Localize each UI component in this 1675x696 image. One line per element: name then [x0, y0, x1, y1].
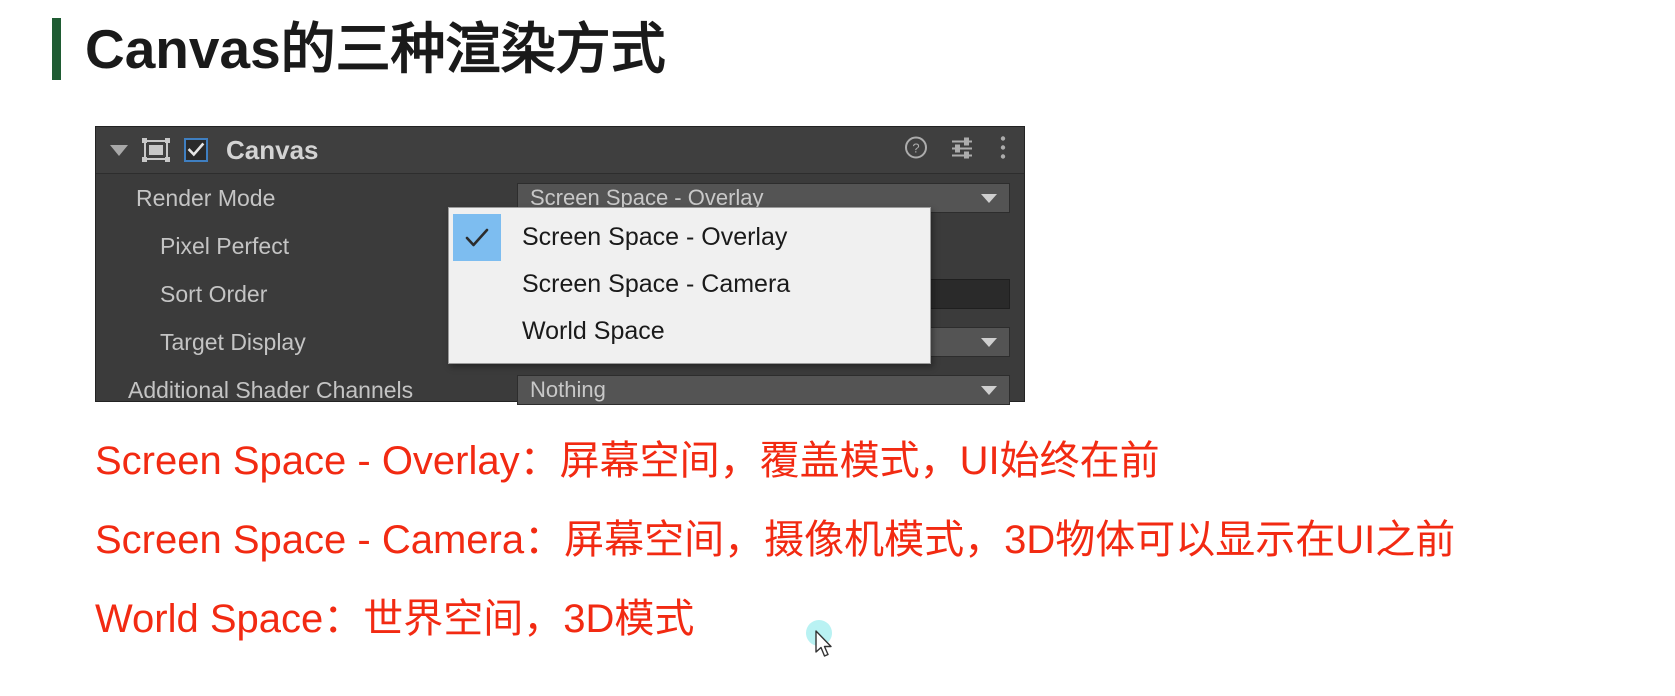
- component-title: Canvas: [226, 134, 319, 165]
- canvas-icon: [142, 138, 170, 162]
- mouse-cursor: [815, 630, 837, 665]
- additional-shader-channels-value: Nothing: [530, 377, 606, 402]
- help-icon[interactable]: ?: [904, 136, 928, 165]
- inspector-header-icons: ?: [904, 135, 1008, 166]
- dropdown-item-label: Screen Space - Camera: [522, 270, 791, 298]
- note-line-overlay: Screen Space - Overlay：屏幕空间，覆盖模式，UI始终在前: [95, 439, 1160, 483]
- property-label-render-mode: Render Mode: [136, 184, 276, 211]
- note-line-world: World Space：世界空间，3D模式: [95, 597, 695, 641]
- chevron-down-icon: [981, 386, 997, 395]
- note-line-camera: Screen Space - Camera：屏幕空间，摄像机模式，3D物体可以显…: [95, 518, 1456, 562]
- dropdown-item-screen-space-camera[interactable]: Screen Space - Camera: [449, 261, 930, 308]
- more-menu-icon[interactable]: [998, 135, 1008, 166]
- property-label-target-display: Target Display: [160, 328, 306, 355]
- property-label-pixel-perfect: Pixel Perfect: [160, 232, 290, 259]
- dropdown-item-check-indicator: [453, 308, 501, 355]
- svg-text:?: ?: [912, 141, 919, 156]
- chevron-down-icon: [981, 194, 997, 203]
- component-enabled-checkbox[interactable]: [184, 138, 208, 162]
- dropdown-item-check-indicator: [453, 214, 501, 261]
- canvas-inspector-panel: Canvas ? Render Mode Screen Space - Over…: [95, 126, 1025, 405]
- dropdown-item-label: World Space: [522, 317, 665, 345]
- property-row-additional-shader-channels: Additional Shader Channels Nothing: [96, 366, 1024, 414]
- dropdown-item-label: Screen Space - Overlay: [522, 223, 788, 251]
- property-label-sort-order: Sort Order: [160, 280, 268, 307]
- render-mode-dropdown-menu[interactable]: Screen Space - Overlay Screen Space - Ca…: [448, 207, 931, 364]
- dropdown-item-screen-space-overlay[interactable]: Screen Space - Overlay: [449, 214, 930, 261]
- dropdown-item-check-indicator: [453, 261, 501, 308]
- page-title-row: Canvas的三种渲染方式: [52, 18, 666, 80]
- inspector-component-header[interactable]: Canvas ?: [96, 127, 1024, 174]
- additional-shader-channels-dropdown[interactable]: Nothing: [517, 375, 1010, 405]
- checkmark-icon: [187, 142, 205, 157]
- triangle-down-icon[interactable]: [110, 144, 128, 156]
- preset-icon[interactable]: [950, 136, 976, 165]
- page-title: Canvas的三种渲染方式: [85, 17, 666, 80]
- chevron-down-icon: [981, 338, 997, 347]
- dropdown-item-world-space[interactable]: World Space: [449, 308, 930, 355]
- title-accent-bar: [52, 18, 61, 80]
- property-label-additional-shader-channels: Additional Shader Channels: [128, 376, 414, 403]
- checkmark-icon: [465, 228, 489, 246]
